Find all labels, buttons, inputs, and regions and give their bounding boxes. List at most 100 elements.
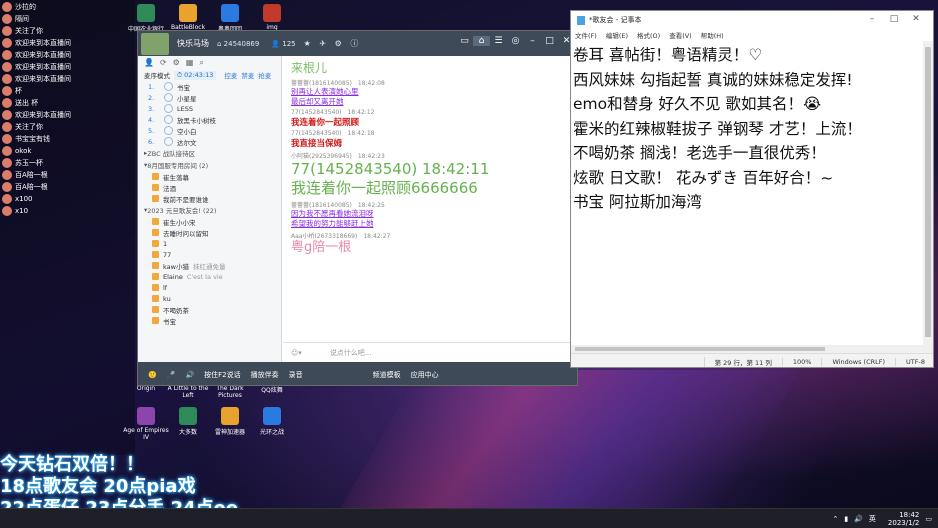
mic-queue-item[interactable]: 1. 书宝 [138,81,281,92]
member-item[interactable]: lf [138,282,281,293]
chat-message: 蔷蔷蔷(1816140085) 18:42:08 别再让人表演她心里 最后却又离开她 [283,78,577,107]
mode-link-ban[interactable]: 禁麦 [241,70,254,80]
search-icon[interactable]: ⌕ [199,58,203,68]
avatar [2,97,12,108]
member-item[interactable]: 不喝奶茶 [138,304,281,315]
member-item[interactable]: 崔生小小宋 [138,216,281,227]
horizontal-scrollbar[interactable] [571,345,923,353]
chat-message-user[interactable]: 小阿猫(2925396945) [291,153,352,160]
title-toolbar-icons[interactable]: ★ ✈ ⚙ ⓘ [304,38,362,49]
ime-indicator[interactable]: 英 [869,514,876,524]
avatar [2,193,12,204]
chat-message-user[interactable]: 77(1452843540) [291,109,342,116]
member-rank-icon [152,218,159,225]
chat-message-text: 最后却又离开她 [291,97,344,106]
member-item[interactable]: 法酒 [138,182,281,193]
app-center-button[interactable]: 应用中心 [411,370,439,380]
member-name: 77 [163,250,172,259]
screen-icon[interactable]: ▭ [456,36,473,46]
clock[interactable]: 18:42 2023/1/2 [882,511,919,527]
gear-icon[interactable]: ⚙ [173,58,180,67]
chat-message-user[interactable]: 蔷蔷蔷(1816140085) [291,80,352,87]
minimize-button[interactable]: – [524,36,541,46]
menu-item[interactable]: 编辑(E) [606,30,628,40]
member-item[interactable]: ku [138,293,281,304]
menu-item[interactable]: 查看(V) [669,30,692,40]
notification-icon[interactable]: ▭ [925,515,932,523]
tray-chevron-icon[interactable]: ⌃ [832,515,838,523]
member-name: 法酒 [163,184,176,193]
section-newyear[interactable]: ▾ 2023 元旦歌友会! (22) [138,204,281,216]
chat-message-text: 我直接当保姆 [291,139,343,149]
mic-queue-number: 2. [148,93,155,102]
chat-input-placeholder[interactable]: 说点什么吧... [330,348,372,358]
overlay-chat-line: 关注了你 [0,121,135,132]
section-zbc[interactable]: ▸ ZBC 战队接待区 [138,147,281,159]
desktop-icon[interactable]: 大多数 [165,407,211,436]
maximize-button[interactable]: □ [883,14,905,24]
chat-message-text: 希望我的努力能够赶上她 [291,219,374,228]
chat-message-user[interactable]: 蔷蔷蔷(1816140085) [291,202,352,209]
menu-item[interactable]: 文件(F) [575,30,597,40]
member-item[interactable]: 我前不是要谁谁 [138,193,281,204]
yy-bottom-bar: 🙂 🎤 🔊 按住F2说话 播放伴奏 录音 频道模板 应用中心 [138,362,577,385]
mic-queue-item[interactable]: 4. 放黑卡小树枝 [138,114,281,125]
overlay-chat-line: 关注了你 [0,25,135,36]
overlay-chat-line: 百A陪一根 [0,181,135,192]
section-guofu[interactable]: ▾ 8月国服专用房间 (2) [138,159,281,171]
emoji-icon[interactable]: ☺▾ [291,349,302,357]
member-item[interactable]: 77 [138,249,281,260]
mode-link-grab[interactable]: 抢麦 [258,70,271,80]
home-icon[interactable]: ⌂ [473,36,490,46]
volume-icon[interactable]: 🔊 [185,371,194,379]
mic-queue-item[interactable]: 3. LESS [138,103,281,114]
mic-queue-item[interactable]: 5. 空小白 [138,125,281,136]
mic-mode-label[interactable]: 麦序模式 [144,70,170,80]
desktop-icon[interactable]: 奥奥回回 [207,4,253,33]
desktop-icon[interactable]: 雷神加速器 [207,407,253,436]
minimize-button[interactable]: – [861,14,883,24]
chat-input[interactable]: ☺▾ 说点什么吧... [283,342,577,362]
network-icon[interactable]: ▮ [844,515,848,523]
list-icon[interactable]: ☰ [490,36,507,46]
calendar-icon[interactable]: ▦ [186,58,194,67]
play-accompaniment-button[interactable]: 播放伴奏 [251,370,279,380]
member-item[interactable]: 书宝 [138,315,281,326]
chat-message-time: 18:42:08 [357,80,385,87]
user-icon[interactable]: 👤 [144,58,154,67]
desktop-icon[interactable]: 中国农业银行 [123,4,169,33]
sidebar-toolbar[interactable]: 👤 ⟳ ⚙ ▦ ⌕ [138,56,281,69]
desktop-icon[interactable]: Age of Empires IV [123,407,169,441]
channel-name: 快乐马场 [177,39,209,48]
mic-queue-item[interactable]: 6. 达尔文 [138,136,281,147]
chat-message-text: 77(1452843540) 18:42:11 [291,160,490,178]
chat-message-user[interactable]: Aaa小桥(2673318669) [291,233,357,240]
notepad-text-area[interactable]: 卷耳 喜帖街！粤语精灵！♡ 西风妹妹 勾指起誓 真诚的妹妹稳定发挥! emo和替身 … [571,41,923,353]
member-item[interactable]: 崔生落幕 [138,171,281,182]
mic-queue-name: 书宝 [177,83,190,92]
mic-icon[interactable]: 🎤 [167,371,176,379]
member-item[interactable]: 去睡时问以留知 [138,227,281,238]
maximize-button[interactable]: □ [541,36,558,46]
desktop-icon[interactable]: 光环之战 [249,407,295,436]
mode-link-control[interactable]: 控麦 [224,70,237,80]
member-item[interactable]: kaw小猎 抹红通免量 [138,260,281,271]
vertical-scrollbar[interactable] [923,41,933,353]
menu-item[interactable]: 帮助(H) [701,30,724,40]
avatar[interactable]: 🙂 [148,371,157,379]
member-item[interactable]: Elaine C'est la vie [138,271,281,282]
refresh-icon[interactable]: ⟳ [160,58,167,67]
mic-queue-item[interactable]: 2. 小星星 [138,92,281,103]
menu-item[interactable]: 格式(O) [637,30,660,40]
push-to-talk-button[interactable]: 按住F2说话 [204,370,240,380]
gamepad-icon[interactable]: ◎ [507,36,524,46]
member-item[interactable]: 1 [138,238,281,249]
overlay-chat-text: 沙拉的 [15,2,36,11]
record-button[interactable]: 录音 [289,370,303,380]
volume-icon[interactable]: 🔊 [854,515,863,523]
chat-message-user[interactable]: 77(1452843540) [291,130,342,137]
close-button[interactable]: ✕ [905,14,927,24]
desktop-icon[interactable]: img [249,4,295,31]
channel-template-button[interactable]: 频道模板 [373,370,401,380]
desktop-icon[interactable]: BattleBlock [165,4,211,31]
